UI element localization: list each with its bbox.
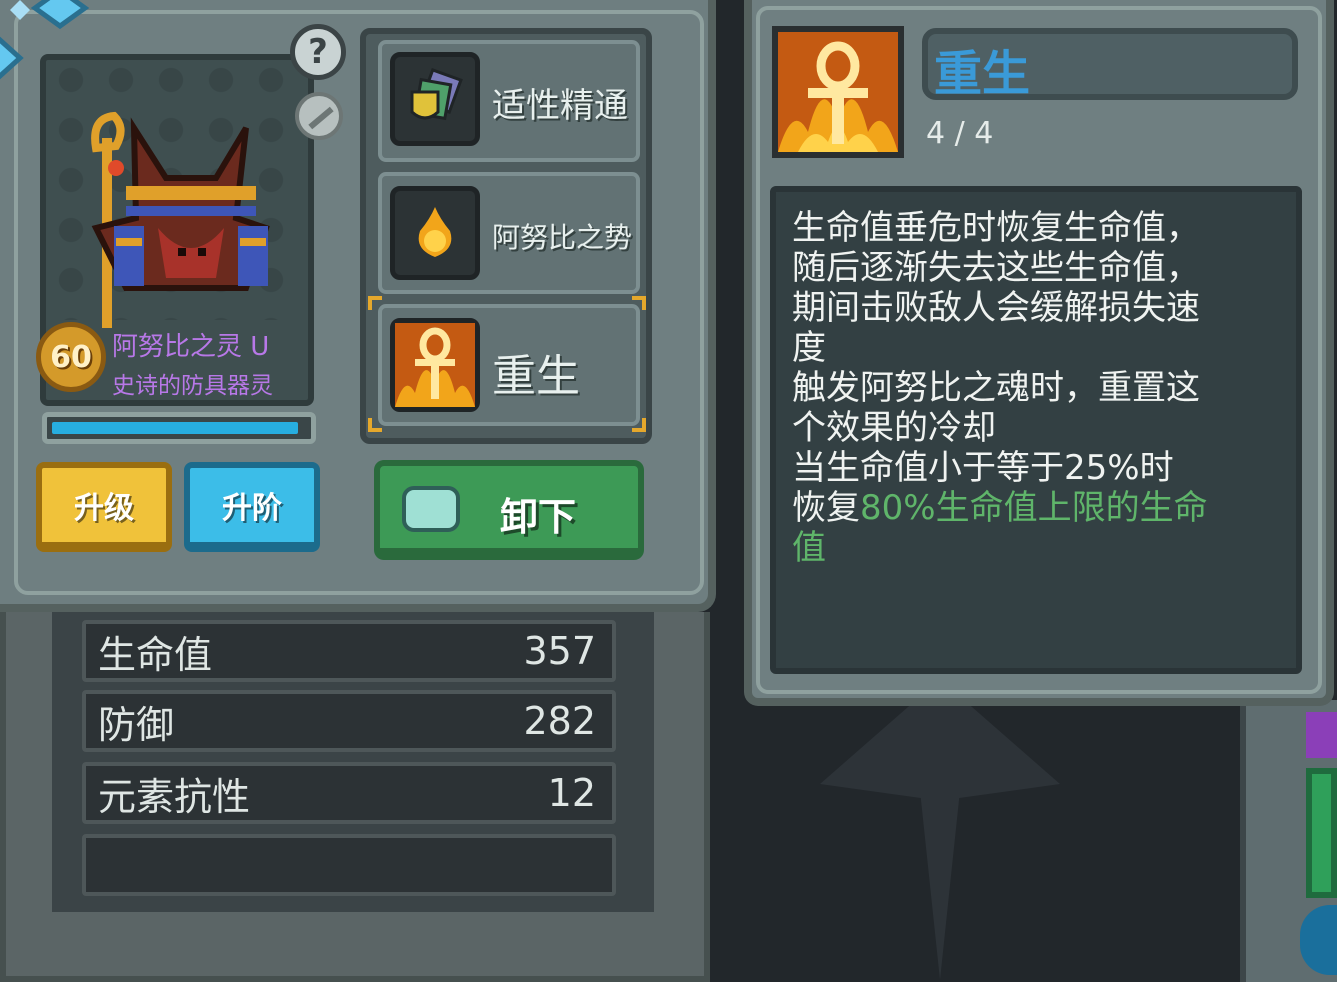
- selection-corner: [368, 418, 382, 432]
- skill-title: 重生: [934, 46, 1031, 102]
- selection-corner: [632, 418, 646, 432]
- upgrade-button[interactable]: 升级: [36, 462, 172, 552]
- experience-bar-fill: [52, 422, 298, 434]
- stat-row-hp: 生命值 357: [82, 620, 616, 682]
- stat-value: 282: [523, 699, 596, 743]
- skill-description: 生命值垂危时恢复生命值， 随后逐渐失去这些生命值， 期间击败敌人会缓解损失速 度…: [792, 208, 1292, 568]
- selection-corner: [368, 296, 382, 310]
- ascend-button[interactable]: 升阶: [184, 462, 320, 552]
- selection-corner: [632, 296, 646, 310]
- description-line: 个效果的冷却: [792, 408, 996, 448]
- stat-row-element-resist: 元素抗性 12: [82, 762, 616, 824]
- description-line: 期间击败敌人会缓解损失速: [792, 288, 1200, 328]
- lock-toggle-icon[interactable]: [295, 92, 343, 140]
- level-badge: 60: [36, 322, 106, 392]
- shield-stack-icon: [390, 52, 480, 146]
- skill-label-rebirth: 重生: [492, 351, 580, 402]
- stat-value: 12: [547, 771, 596, 815]
- stat-label: 防御: [98, 702, 175, 747]
- stat-row-empty: [82, 834, 616, 896]
- description-highlight: 80%生命值上限的生命: [860, 488, 1208, 528]
- fire-orb-icon: [390, 186, 480, 280]
- description-line: 随后逐渐失去这些生命值，: [792, 248, 1200, 288]
- skill-level: 4 / 4: [926, 116, 994, 151]
- description-line: 触发阿努比之魂时，重置这: [792, 368, 1200, 408]
- description-line-last: 恢复80%生命值上限的生命: [792, 488, 1292, 528]
- help-button[interactable]: ?: [290, 24, 346, 80]
- ankh-icon: [390, 318, 480, 412]
- stat-label: 元素抗性: [98, 774, 251, 819]
- skill-label-anubis-momentum: 阿努比之势: [492, 221, 633, 254]
- rebirth-ankh-icon: [772, 26, 904, 158]
- adjacent-green-slot: [1306, 768, 1337, 898]
- description-line: 度: [792, 328, 826, 368]
- description-line: 当生命值小于等于25%时: [792, 448, 1174, 488]
- adjacent-purple-slot: [1306, 712, 1337, 758]
- spirit-rarity: 史诗的防具器灵: [112, 373, 273, 399]
- anubis-spirit-icon: [91, 111, 270, 328]
- stat-row-defense: 防御 282: [82, 690, 616, 752]
- fist-icon: [402, 486, 460, 532]
- unequip-label: 卸下: [500, 495, 577, 539]
- description-line: 生命值垂危时恢复生命值，: [792, 208, 1200, 248]
- description-prefix: 恢复: [792, 488, 860, 528]
- stat-label: 生命值: [98, 632, 213, 677]
- stat-value: 357: [523, 629, 596, 673]
- description-highlight-tail: 值: [792, 528, 826, 568]
- skill-label-aptitude: 适性精通: [492, 86, 628, 126]
- spirit-name: 阿努比之灵 U: [112, 332, 270, 362]
